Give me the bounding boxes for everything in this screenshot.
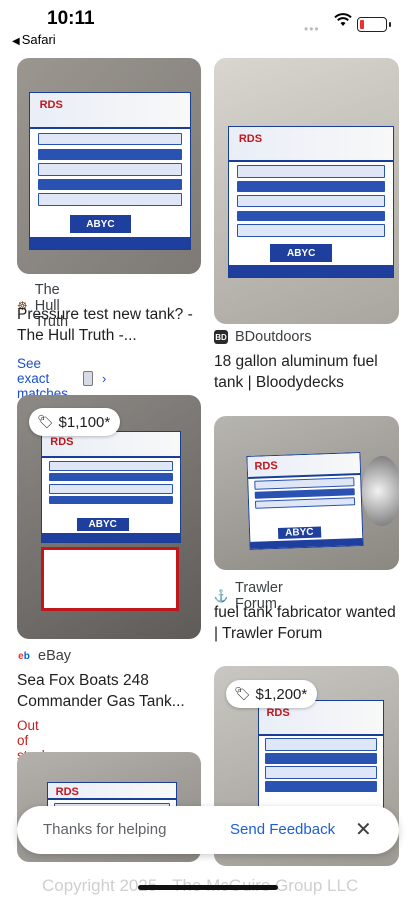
back-arrow-icon: ◀ [12, 36, 20, 47]
result-image[interactable]: RDS ABYC [214, 416, 399, 570]
abyc-logo: ABYC [70, 214, 131, 234]
status-bar: 10:11 ◀ Safari ••• [0, 0, 416, 50]
result-image[interactable]: RDS ABYC [214, 58, 399, 324]
brand-logo: RDS [254, 459, 278, 473]
brand-logo: RDS [50, 436, 74, 449]
more-dots-icon: ••• [304, 22, 320, 36]
feedback-thanks-text: Thanks for helping [43, 821, 167, 838]
brand-logo: RDS [238, 132, 263, 145]
price-badge: 🏷 $1,100* [29, 408, 121, 436]
tank-label-image: RDS ABYC [246, 452, 364, 550]
clock: 10:11 [47, 8, 95, 29]
result-source[interactable]: BD BDoutdoors [214, 329, 312, 345]
result-image[interactable]: RDS ABYC [17, 58, 201, 274]
brand-logo: RDS [55, 785, 79, 798]
result-title[interactable]: Sea Fox Boats 248 Commander Gas Tank... [17, 670, 207, 712]
bd-icon: BD [214, 330, 228, 344]
abyc-logo: ABYC [270, 244, 333, 262]
price-value: $1,100* [58, 413, 111, 431]
home-indicator[interactable] [138, 885, 278, 890]
result-title[interactable]: fuel tank fabricator wanted | Trawler Fo… [214, 602, 404, 644]
chevron-right-icon: › [102, 371, 107, 386]
close-icon[interactable]: ✕ [355, 817, 372, 842]
ebay-icon: eb [18, 650, 30, 662]
image-thumbnail-icon [82, 371, 94, 386]
epa-sticker [41, 547, 179, 611]
tank-label-image: RDS ABYC [29, 92, 191, 250]
back-to-safari-link[interactable]: ◀ Safari [12, 32, 56, 47]
fitting-image [362, 456, 399, 526]
source-name: BDoutdoors [235, 329, 312, 345]
tank-label-image: RDS ABYC [228, 126, 394, 278]
result-title[interactable]: Pressure test new tank? - The Hull Truth… [17, 304, 207, 346]
wifi-icon [334, 13, 352, 26]
result-source[interactable]: eb eBay [17, 648, 71, 664]
abyc-logo: ABYC [277, 526, 321, 539]
source-name: eBay [38, 648, 72, 664]
price-value: $1,200* [255, 685, 308, 703]
tank-label-image: RDS ABYC [41, 431, 181, 543]
price-tag-icon: 🏷 [234, 686, 251, 701]
abyc-logo: ABYC [76, 517, 129, 531]
brand-logo: RDS [266, 706, 290, 719]
back-label: Safari [21, 32, 56, 47]
anchor-icon: ⚓ [213, 589, 229, 603]
result-title[interactable]: 18 gallon aluminum fuel tank | Bloodydec… [214, 351, 404, 393]
price-tag-icon: 🏷 [37, 414, 54, 429]
feedback-bar: Thanks for helping Send Feedback ✕ [17, 806, 399, 854]
price-badge: 🏷 $1,200* [226, 680, 318, 708]
battery-icon [357, 17, 391, 32]
brand-logo: RDS [39, 99, 63, 112]
send-feedback-button[interactable]: Send Feedback [230, 821, 335, 838]
